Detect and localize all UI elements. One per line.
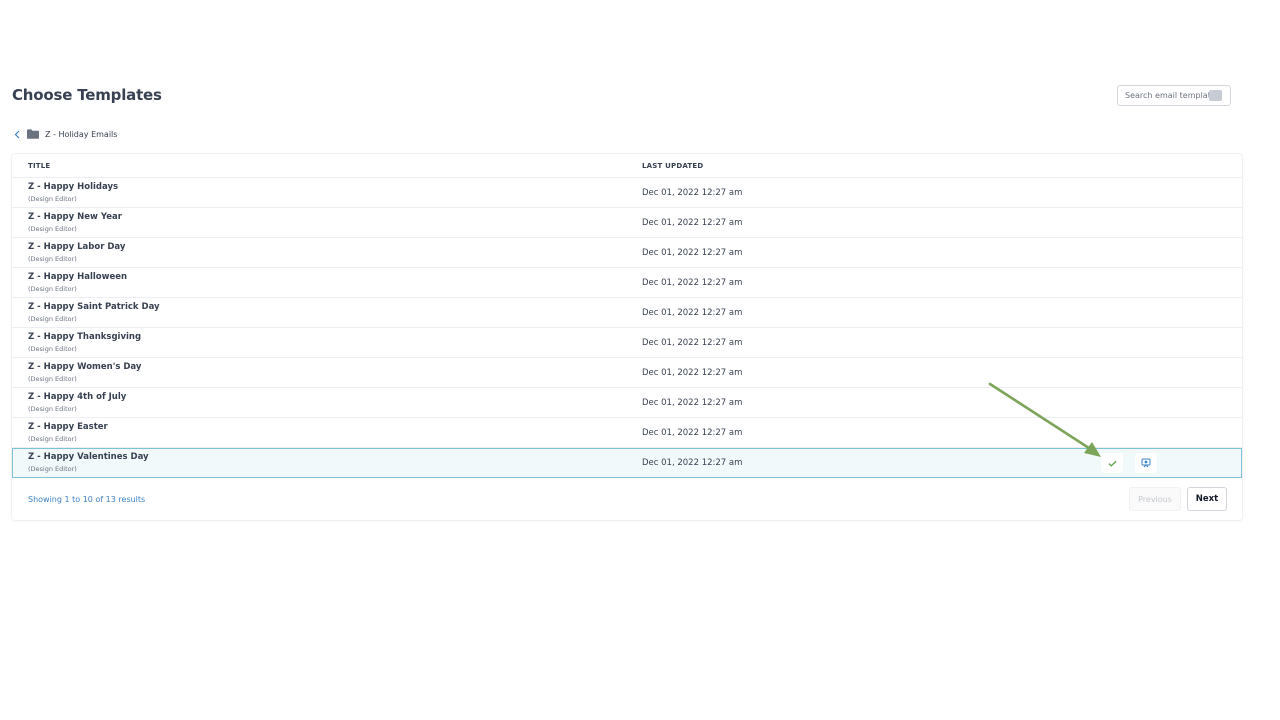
table-row[interactable]: Z - Happy Holidays (Design Editor) Dec 0… bbox=[12, 178, 1242, 208]
breadcrumb: Z - Holiday Emails bbox=[12, 128, 117, 140]
select-template-button[interactable] bbox=[1101, 453, 1123, 473]
template-editor-type: (Design Editor) bbox=[28, 435, 77, 443]
table-row[interactable]: Z - Happy 4th of July (Design Editor) De… bbox=[12, 388, 1242, 418]
table-row[interactable]: Z - Happy Saint Patrick Day (Design Edit… bbox=[12, 298, 1242, 328]
template-editor-type: (Design Editor) bbox=[28, 375, 77, 383]
template-last-updated: Dec 01, 2022 12:27 am bbox=[642, 248, 743, 258]
template-title: Z - Happy 4th of July bbox=[28, 392, 127, 402]
table-row[interactable]: Z - Happy Halloween (Design Editor) Dec … bbox=[12, 268, 1242, 298]
template-last-updated: Dec 01, 2022 12:27 am bbox=[642, 428, 743, 438]
row-actions bbox=[1101, 453, 1157, 473]
folder-icon bbox=[27, 129, 39, 139]
template-editor-type: (Design Editor) bbox=[28, 225, 77, 233]
table-header: TITLE LAST UPDATED bbox=[12, 154, 1242, 178]
previous-page-button[interactable]: Previous bbox=[1129, 487, 1181, 511]
pagination-footer: Showing 1 to 10 of 13 results Previous N… bbox=[12, 479, 1242, 520]
template-title: Z - Happy Easter bbox=[28, 422, 108, 432]
template-last-updated: Dec 01, 2022 12:27 am bbox=[642, 308, 743, 318]
template-last-updated: Dec 01, 2022 12:27 am bbox=[642, 458, 743, 468]
page-title: Choose Templates bbox=[12, 86, 162, 104]
template-title: Z - Happy Thanksgiving bbox=[28, 332, 142, 342]
templates-table-card: TITLE LAST UPDATED Z - Happy Holidays (D… bbox=[12, 154, 1242, 520]
template-title: Z - Happy Labor Day bbox=[28, 242, 126, 252]
template-editor-type: (Design Editor) bbox=[28, 195, 77, 203]
table-row[interactable]: Z - Happy Women's Day (Design Editor) De… bbox=[12, 358, 1242, 388]
table-row[interactable]: Z - Happy New Year (Design Editor) Dec 0… bbox=[12, 208, 1242, 238]
template-title: Z - Happy Women's Day bbox=[28, 362, 142, 372]
template-editor-type: (Design Editor) bbox=[28, 465, 77, 473]
table-row[interactable]: Z - Happy Easter (Design Editor) Dec 01,… bbox=[12, 418, 1242, 448]
template-title: Z - Happy Holidays bbox=[28, 182, 119, 192]
template-editor-type: (Design Editor) bbox=[28, 255, 77, 263]
template-title: Z - Happy Halloween bbox=[28, 272, 128, 282]
column-header-title: TITLE bbox=[28, 162, 51, 170]
breadcrumb-folder-label[interactable]: Z - Holiday Emails bbox=[45, 130, 117, 139]
template-title: Z - Happy New Year bbox=[28, 212, 122, 222]
table-body: Z - Happy Holidays (Design Editor) Dec 0… bbox=[12, 178, 1242, 478]
template-last-updated: Dec 01, 2022 12:27 am bbox=[642, 218, 743, 228]
search-shortcut-icon bbox=[1209, 90, 1222, 101]
results-summary: Showing 1 to 10 of 13 results bbox=[28, 495, 146, 504]
template-title: Z - Happy Valentines Day bbox=[28, 452, 149, 462]
template-editor-type: (Design Editor) bbox=[28, 405, 77, 413]
check-icon bbox=[1108, 460, 1116, 467]
template-editor-type: (Design Editor) bbox=[28, 345, 77, 353]
table-row[interactable]: Z - Happy Thanksgiving (Design Editor) D… bbox=[12, 328, 1242, 358]
template-editor-type: (Design Editor) bbox=[28, 285, 77, 293]
chevron-left-icon[interactable] bbox=[12, 128, 22, 140]
template-editor-type: (Design Editor) bbox=[28, 315, 77, 323]
page: Choose Templates Z - Holiday Emails TITL… bbox=[0, 0, 1280, 720]
column-header-last-updated: LAST UPDATED bbox=[642, 162, 704, 170]
preview-icon bbox=[1141, 458, 1151, 468]
template-last-updated: Dec 01, 2022 12:27 am bbox=[642, 278, 743, 288]
table-row-selected[interactable]: Z - Happy Valentines Day (Design Editor)… bbox=[12, 448, 1242, 478]
template-last-updated: Dec 01, 2022 12:27 am bbox=[642, 188, 743, 198]
next-page-button[interactable]: Next bbox=[1187, 487, 1227, 511]
template-last-updated: Dec 01, 2022 12:27 am bbox=[642, 398, 743, 408]
table-row[interactable]: Z - Happy Labor Day (Design Editor) Dec … bbox=[12, 238, 1242, 268]
template-title: Z - Happy Saint Patrick Day bbox=[28, 302, 160, 312]
search-box[interactable] bbox=[1117, 85, 1231, 106]
template-last-updated: Dec 01, 2022 12:27 am bbox=[642, 368, 743, 378]
preview-template-button[interactable] bbox=[1135, 453, 1157, 473]
search-input[interactable] bbox=[1125, 91, 1209, 100]
template-last-updated: Dec 01, 2022 12:27 am bbox=[642, 338, 743, 348]
